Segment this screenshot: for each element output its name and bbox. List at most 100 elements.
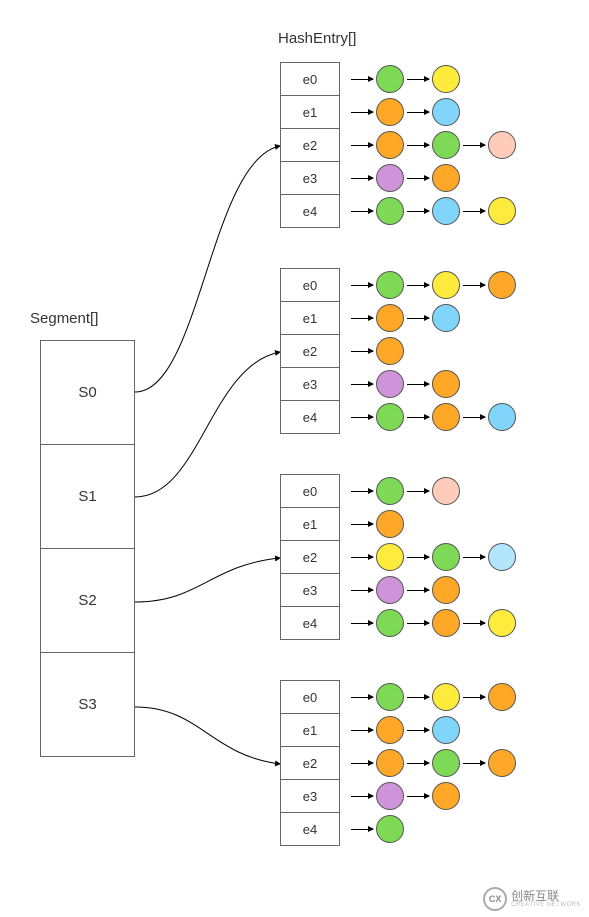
arrow-icon bbox=[407, 697, 429, 698]
list-node bbox=[376, 576, 404, 604]
linked-list-row bbox=[348, 543, 516, 571]
list-node bbox=[376, 815, 404, 843]
list-node bbox=[376, 543, 404, 571]
arrow-icon bbox=[463, 211, 485, 212]
linked-list-row bbox=[348, 65, 460, 93]
list-node bbox=[488, 403, 516, 431]
list-node bbox=[376, 304, 404, 332]
hashentry-cell: e1 bbox=[280, 301, 340, 335]
linked-list-row bbox=[348, 477, 460, 505]
watermark-logo: CX bbox=[483, 887, 507, 911]
hashentry-array: e0e1e2e3e4 bbox=[280, 474, 340, 640]
arrow-icon bbox=[351, 79, 373, 80]
hashentry-array: e0e1e2e3e4 bbox=[280, 680, 340, 846]
arrow-icon bbox=[351, 351, 373, 352]
arrow-icon bbox=[351, 491, 373, 492]
linked-list-row bbox=[348, 271, 516, 299]
hashentry-cell: e3 bbox=[280, 161, 340, 195]
list-node bbox=[432, 543, 460, 571]
hashentry-cell: e4 bbox=[280, 194, 340, 228]
list-node bbox=[432, 716, 460, 744]
hashentry-array: e0e1e2e3e4 bbox=[280, 62, 340, 228]
hashentry-cell: e2 bbox=[280, 128, 340, 162]
segment-link-arrow bbox=[135, 146, 280, 392]
list-node bbox=[376, 749, 404, 777]
arrow-icon bbox=[407, 178, 429, 179]
list-node bbox=[488, 271, 516, 299]
list-node bbox=[432, 98, 460, 126]
linked-list-row bbox=[348, 782, 460, 810]
arrow-icon bbox=[351, 730, 373, 731]
list-node bbox=[432, 197, 460, 225]
arrow-icon bbox=[351, 145, 373, 146]
list-node bbox=[376, 477, 404, 505]
arrow-icon bbox=[463, 285, 485, 286]
arrow-icon bbox=[351, 211, 373, 212]
arrow-icon bbox=[407, 145, 429, 146]
hashentry-cell: e0 bbox=[280, 680, 340, 714]
list-node bbox=[376, 337, 404, 365]
arrow-icon bbox=[407, 285, 429, 286]
arrow-icon bbox=[407, 491, 429, 492]
arrow-icon bbox=[463, 623, 485, 624]
linked-list-row bbox=[348, 304, 460, 332]
list-node bbox=[488, 131, 516, 159]
segment-link-arrow bbox=[135, 352, 280, 497]
hashentry-cell: e4 bbox=[280, 606, 340, 640]
hashentry-cell: e3 bbox=[280, 779, 340, 813]
arrow-icon bbox=[407, 112, 429, 113]
arrow-icon bbox=[351, 524, 373, 525]
linked-list-row bbox=[348, 716, 460, 744]
list-node bbox=[488, 543, 516, 571]
hashentry-cell: e4 bbox=[280, 400, 340, 434]
segment-array-label: Segment[] bbox=[30, 310, 98, 327]
arrow-icon bbox=[407, 384, 429, 385]
arrow-icon bbox=[351, 285, 373, 286]
linked-list-row bbox=[348, 98, 460, 126]
arrow-icon bbox=[463, 557, 485, 558]
list-node bbox=[376, 271, 404, 299]
arrow-icon bbox=[407, 623, 429, 624]
list-node bbox=[432, 782, 460, 810]
list-node bbox=[432, 370, 460, 398]
arrow-icon bbox=[351, 796, 373, 797]
hashentry-cell: e0 bbox=[280, 474, 340, 508]
list-node bbox=[432, 477, 460, 505]
watermark: CX 创新互联 CREATIVE NETWORK bbox=[483, 887, 581, 911]
segment-link-arrow bbox=[135, 558, 280, 602]
hashentry-cell: e2 bbox=[280, 540, 340, 574]
arrow-icon bbox=[407, 730, 429, 731]
list-node bbox=[376, 609, 404, 637]
hashentry-cell: e2 bbox=[280, 334, 340, 368]
arrow-icon bbox=[463, 145, 485, 146]
arrow-icon bbox=[351, 763, 373, 764]
list-node bbox=[376, 716, 404, 744]
hashentry-cell: e0 bbox=[280, 268, 340, 302]
segment-cell: S3 bbox=[40, 652, 135, 757]
segment-cell: S2 bbox=[40, 548, 135, 653]
arrow-icon bbox=[407, 211, 429, 212]
list-node bbox=[376, 782, 404, 810]
arrow-icon bbox=[407, 417, 429, 418]
hashentry-cell: e1 bbox=[280, 507, 340, 541]
arrow-icon bbox=[351, 112, 373, 113]
linked-list-row bbox=[348, 337, 404, 365]
linked-list-row bbox=[348, 576, 460, 604]
list-node bbox=[432, 164, 460, 192]
hashentry-array-label: HashEntry[] bbox=[278, 30, 356, 47]
hashentry-cell: e4 bbox=[280, 812, 340, 846]
arrow-icon bbox=[407, 590, 429, 591]
arrow-icon bbox=[351, 384, 373, 385]
linked-list-row bbox=[348, 164, 460, 192]
segment-cell: S0 bbox=[40, 340, 135, 445]
linked-list-row bbox=[348, 510, 404, 538]
linked-list-row bbox=[348, 197, 516, 225]
list-node bbox=[376, 164, 404, 192]
hashentry-cell: e1 bbox=[280, 95, 340, 129]
list-node bbox=[376, 683, 404, 711]
watermark-sub: CREATIVE NETWORK bbox=[511, 902, 581, 908]
arrow-icon bbox=[351, 417, 373, 418]
list-node bbox=[432, 749, 460, 777]
arrow-icon bbox=[463, 763, 485, 764]
arrow-icon bbox=[351, 697, 373, 698]
